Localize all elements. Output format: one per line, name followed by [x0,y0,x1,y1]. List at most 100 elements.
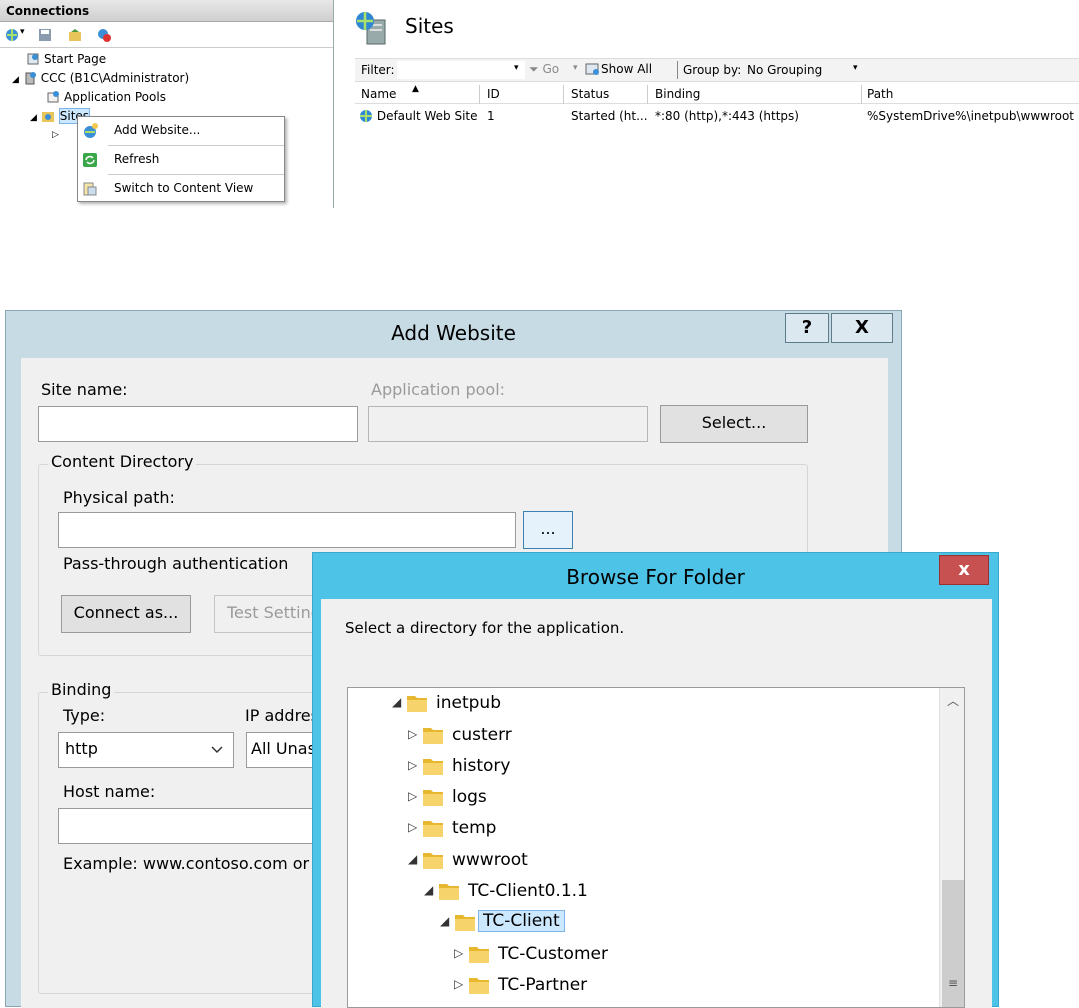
scroll-up-icon[interactable]: ︿ [940,688,964,714]
menu-item-label: Switch to Content View [114,181,254,195]
expanded-arrow-icon[interactable]: ◢ [408,852,420,866]
column-divider[interactable] [647,85,648,104]
show-all-button[interactable]: Show All [585,62,652,76]
binding-label: Binding [48,680,115,699]
collapsed-arrow-icon[interactable]: ▷ [408,789,420,803]
collapsed-arrow-icon[interactable]: ▷ [408,758,420,772]
save-icon[interactable] [38,28,52,42]
menu-item-label: Refresh [114,152,160,166]
tree-item-start-page[interactable]: Start Page [26,52,106,66]
browse-dialog-title: Browse For Folder [566,565,745,589]
funnel-icon: ⏷ [529,62,539,76]
content-view-icon [83,182,97,196]
collapsed-arrow-icon[interactable]: ▷ [408,727,420,741]
folder-tree[interactable]: ◢ inetpub ▷ custerr ▷ history ▷ logs ▷ t… [347,687,965,1008]
group-by-value: No Grouping [747,63,823,77]
column-header-id[interactable]: ID [487,87,500,101]
collapse-arrow-icon[interactable]: ◢ [30,113,37,123]
folder-icon [423,728,443,744]
collapsed-arrow-icon[interactable]: ▷ [454,977,466,991]
expanded-arrow-icon[interactable]: ◢ [440,914,452,928]
site-name: Default Web Site [376,109,478,123]
pass-through-label: Pass-through authentication [63,554,289,573]
type-value: http [65,739,98,758]
expanded-arrow-icon[interactable]: ◢ [392,695,404,709]
browse-description: Select a directory for the application. [345,619,625,637]
menu-item-add-website[interactable]: Add Website... [78,117,284,145]
start-page-icon [27,53,39,65]
folder-icon [439,884,459,900]
refresh-icon [83,153,97,167]
folder-label: logs [452,787,487,807]
collapsed-arrow-icon[interactable]: ▷ [408,820,420,834]
sites-title: Sites [405,14,454,38]
folder-icon [423,759,443,775]
folder-label: wwwroot [452,850,528,870]
group-by-select[interactable]: No Grouping [747,63,822,77]
physical-path-input[interactable] [58,512,516,548]
site-id-cell: 1 [487,109,495,123]
close-button[interactable]: X [831,313,893,343]
ip-address-label: IP addres [245,706,319,725]
physical-path-label: Physical path: [63,488,175,507]
site-name-label: Site name: [41,380,128,399]
site-name-input[interactable] [38,406,358,442]
menu-item-content-view[interactable]: Switch to Content View [78,175,284,203]
show-all-icon [585,63,599,75]
go-dropdown-icon[interactable]: ▾ [573,63,578,73]
tree-item-app-pools[interactable]: Application Pools [46,90,166,104]
connect-globe-icon[interactable] [5,28,19,42]
go-button[interactable]: ⏷ Go [529,62,559,77]
column-header-status[interactable]: Status [571,87,609,101]
tree-scrollbar[interactable]: ︿ ≡ [939,688,964,1007]
show-all-label: Show All [601,62,653,76]
folder-icon [469,947,489,963]
filter-label: Filter: [361,63,395,77]
folder-icon [407,696,427,712]
expand-arrow-icon[interactable]: ▷ [52,130,59,140]
type-select[interactable]: http [58,732,234,768]
server-icon [25,72,36,85]
help-button[interactable]: ? [785,313,829,343]
group-by-dropdown-icon[interactable]: ▾ [853,63,858,73]
app-pool-input [368,406,648,442]
folder-label: TC-Customer [498,944,608,964]
tree-item-label: CCC (B1C\Administrator) [40,71,190,85]
menu-item-label: Add Website... [114,123,201,137]
tree-item-server[interactable]: ◢ CCC (B1C\Administrator) [12,71,189,85]
ip-address-value: All Unas [251,739,316,758]
disconnect-icon[interactable] [97,28,111,42]
connections-title: Connections [0,0,333,22]
select-button[interactable]: Select... [660,405,808,443]
collapsed-arrow-icon[interactable]: ▷ [454,946,466,960]
connections-pane: Connections ▾ Start Page ◢ CCC (B1C\Admi… [0,0,334,208]
column-header-path[interactable]: Path [867,87,893,101]
column-header-binding[interactable]: Binding [655,87,700,101]
column-divider[interactable] [563,85,564,104]
context-menu: Add Website... Refresh Switch to Content… [77,116,285,202]
open-folder-icon[interactable] [68,28,82,42]
site-name-cell[interactable]: Default Web Site [359,109,478,123]
go-label: Go [542,62,560,76]
tree-item-label: Start Page [44,52,107,66]
table-row[interactable]: Default Web Site 1 Started (ht... *:80 (… [355,106,1079,126]
folder-label: TC-Partner [498,975,588,995]
folder-label: custerr [452,725,512,745]
menu-item-refresh[interactable]: Refresh [78,146,284,174]
content-directory-label: Content Directory [48,452,197,471]
filter-input[interactable] [397,61,525,79]
collapse-arrow-icon[interactable]: ◢ [12,75,19,85]
column-divider[interactable] [479,85,480,104]
site-path-cell: %SystemDrive%\inetpub\wwwroot [867,109,1074,123]
dropdown-arrow-icon[interactable]: ▾ [20,27,25,37]
connect-as-button[interactable]: Connect as... [61,595,191,633]
browse-close-button[interactable]: x [939,555,989,585]
folder-icon [469,978,489,994]
browse-button[interactable]: ... [523,511,573,549]
expanded-arrow-icon[interactable]: ◢ [424,883,436,897]
column-header-name[interactable]: Name [361,87,396,101]
filter-dropdown-icon[interactable]: ▾ [514,63,519,73]
folder-label: TC-Client [478,910,565,932]
folder-icon [455,915,475,931]
column-divider[interactable] [861,85,862,104]
